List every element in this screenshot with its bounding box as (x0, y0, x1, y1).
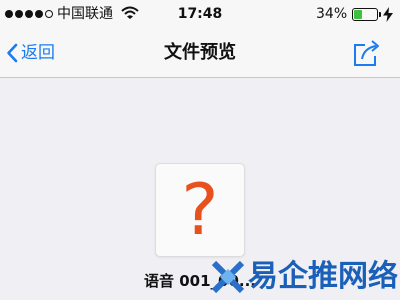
watermark-text: 易企推网络 (248, 258, 398, 294)
question-mark-icon: ? (181, 169, 219, 251)
battery-fill (354, 10, 363, 19)
battery-nub (379, 12, 381, 17)
status-bar: 中国联通 17:48 34% (0, 0, 400, 30)
watermark: 易企推网络 (210, 253, 400, 300)
share-icon[interactable] (352, 38, 382, 68)
page-title: 文件预览 (164, 42, 236, 63)
battery-percent: 34% (316, 6, 348, 22)
battery-icon (352, 8, 378, 21)
navigation-bar: 返回 文件预览 (0, 30, 400, 78)
charging-icon (383, 7, 393, 22)
logo-icon (211, 260, 245, 293)
unknown-file-icon: ? (155, 163, 245, 257)
